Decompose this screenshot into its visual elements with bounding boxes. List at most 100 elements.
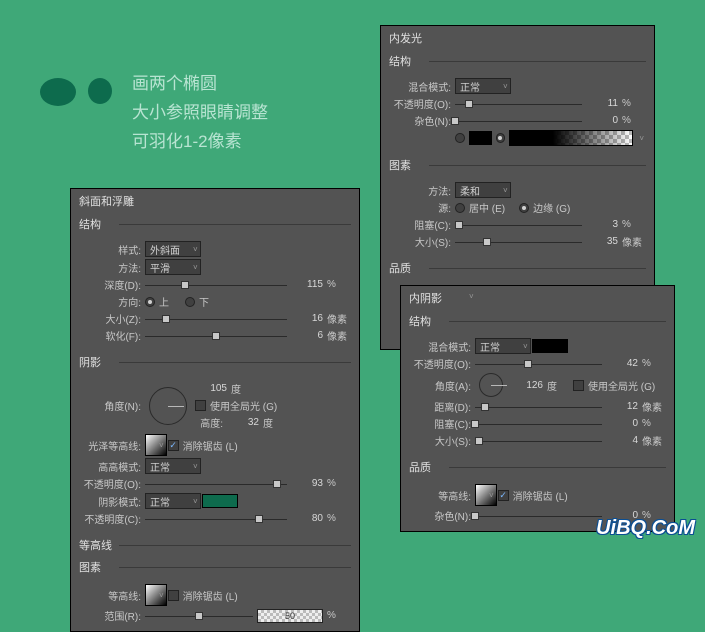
- angle-label: 角度(N):: [81, 398, 141, 413]
- contour-label: 等高线:: [81, 588, 141, 603]
- panel-inner-shadow: 内阴影 结构 混合模式: 正常˅ 不透明度(O): 42 % 角度(A): 12…: [400, 285, 675, 532]
- up-label: 上: [159, 294, 169, 309]
- direction-up-radio[interactable]: [145, 297, 155, 307]
- highlight-opacity-value[interactable]: 93: [291, 478, 323, 489]
- global-light-checkbox[interactable]: [573, 380, 584, 391]
- down-label: 下: [199, 294, 209, 309]
- unit-pct: %: [622, 219, 644, 230]
- soften-value[interactable]: 6: [291, 330, 323, 341]
- size-value[interactable]: 35: [586, 236, 618, 247]
- intro-line-2: 大小参照眼睛调整: [132, 99, 268, 128]
- gradient-picker[interactable]: [509, 130, 633, 146]
- method-label: 方法:: [81, 260, 141, 275]
- unit-px: 像素: [642, 433, 664, 448]
- opacity-label: 不透明度(O):: [411, 356, 471, 371]
- antialias-checkbox[interactable]: [498, 490, 509, 501]
- blend-mode-label: 混合模式:: [391, 79, 451, 94]
- size-slider[interactable]: [455, 236, 582, 248]
- technique-label: 方法:: [391, 183, 451, 198]
- choke-value[interactable]: 3: [586, 219, 618, 230]
- section-elements: 图素: [71, 556, 359, 578]
- global-light-label: 使用全局光 (G): [210, 398, 277, 413]
- size-value[interactable]: 16: [291, 313, 323, 324]
- intro-line-3: 可羽化1-2像素: [132, 128, 268, 157]
- size-label: 大小(S):: [411, 433, 471, 448]
- distance-label: 距离(D):: [411, 399, 471, 414]
- noise-slider[interactable]: [455, 115, 582, 127]
- chevron-down-icon: ˅: [489, 491, 494, 500]
- size-label: 大小(S):: [391, 234, 451, 249]
- contour-picker[interactable]: [145, 584, 167, 606]
- depth-value[interactable]: 115: [291, 279, 323, 290]
- edge-label: 边缘 (G): [533, 200, 570, 215]
- chevron-down-icon: ˅: [503, 186, 508, 195]
- noise-slider[interactable]: [475, 510, 602, 522]
- size-slider[interactable]: [145, 313, 287, 325]
- angle-value[interactable]: 105: [195, 383, 227, 394]
- panel-title: 内阴影: [401, 286, 674, 310]
- distance-value[interactable]: 12: [606, 401, 638, 412]
- angle-value[interactable]: 126: [511, 380, 543, 391]
- chevron-down-icon: ˅: [193, 462, 198, 471]
- depth-slider[interactable]: [145, 279, 287, 291]
- source-edge-radio[interactable]: [519, 203, 529, 213]
- source-center-radio[interactable]: [455, 203, 465, 213]
- unit-px: 像素: [327, 311, 349, 326]
- opacity-label: 不透明度(O):: [391, 96, 451, 111]
- color-radio[interactable]: [455, 133, 465, 143]
- choke-slider[interactable]: [455, 219, 582, 231]
- unit-pct: %: [622, 98, 644, 109]
- choke-value[interactable]: 0: [606, 418, 638, 429]
- gradient-radio[interactable]: [496, 133, 506, 143]
- watermark: UiBQ.CoM: [596, 517, 695, 540]
- oval-1: [40, 78, 76, 106]
- shadow-color-swatch[interactable]: [532, 339, 568, 353]
- angle-dial[interactable]: [479, 373, 503, 397]
- angle-dial[interactable]: [149, 387, 187, 425]
- opacity-slider[interactable]: [455, 98, 582, 110]
- noise-value[interactable]: 0: [586, 115, 618, 126]
- global-light-label: 使用全局光 (G): [588, 378, 655, 393]
- unit-pct: %: [327, 279, 349, 290]
- highlight-opacity-slider[interactable]: [145, 478, 287, 490]
- shadow-opacity-value[interactable]: 80: [291, 513, 323, 524]
- glow-color-swatch[interactable]: [469, 131, 492, 145]
- antialias-checkbox[interactable]: [168, 590, 179, 601]
- opacity-value[interactable]: 42: [606, 358, 638, 369]
- shadow-opacity-slider[interactable]: [145, 513, 287, 525]
- choke-slider[interactable]: [475, 418, 602, 430]
- unit-deg: 度: [547, 378, 569, 393]
- direction-down-radio[interactable]: [185, 297, 195, 307]
- unit-pct: %: [622, 115, 644, 126]
- range-label: 范围(R):: [81, 608, 141, 623]
- soften-slider[interactable]: [145, 330, 287, 342]
- style-label: 样式:: [81, 242, 141, 257]
- distance-slider[interactable]: [475, 401, 602, 413]
- altitude-value[interactable]: 32: [227, 417, 259, 428]
- range-slider[interactable]: [145, 610, 253, 622]
- opacity-slider[interactable]: [475, 358, 602, 370]
- antialias-label: 消除锯齿 (L): [183, 588, 238, 603]
- center-label: 居中 (E): [469, 200, 505, 215]
- chevron-down-icon: ˅: [639, 134, 644, 143]
- chevron-down-icon: ˅: [193, 263, 198, 272]
- unit-pct: %: [327, 513, 349, 524]
- oval-2: [88, 78, 112, 104]
- size-value[interactable]: 4: [606, 435, 638, 446]
- sample-ovals: [40, 78, 112, 106]
- highlight-mode-label: 高高模式:: [81, 459, 141, 474]
- global-light-checkbox[interactable]: [195, 400, 206, 411]
- range-value-highlight[interactable]: 50: [257, 609, 323, 623]
- highlight-opacity-label: 不透明度(O):: [81, 476, 141, 491]
- unit-deg: 度: [231, 381, 253, 396]
- opacity-value[interactable]: 11: [586, 98, 618, 109]
- antialias-label: 消除锯齿 (L): [183, 438, 238, 453]
- panel-title: 斜面和浮雕: [71, 189, 359, 213]
- intro-block: 画两个椭圆 大小参照眼睛调整 可羽化1-2像素: [40, 70, 268, 157]
- chevron-down-icon: ˅: [503, 82, 508, 91]
- section-quality: 品质: [401, 456, 674, 478]
- size-slider[interactable]: [475, 435, 602, 447]
- shadow-color-swatch[interactable]: [202, 494, 238, 508]
- antialias-checkbox[interactable]: [168, 440, 179, 451]
- gloss-contour-label: 光泽等高线:: [81, 438, 141, 453]
